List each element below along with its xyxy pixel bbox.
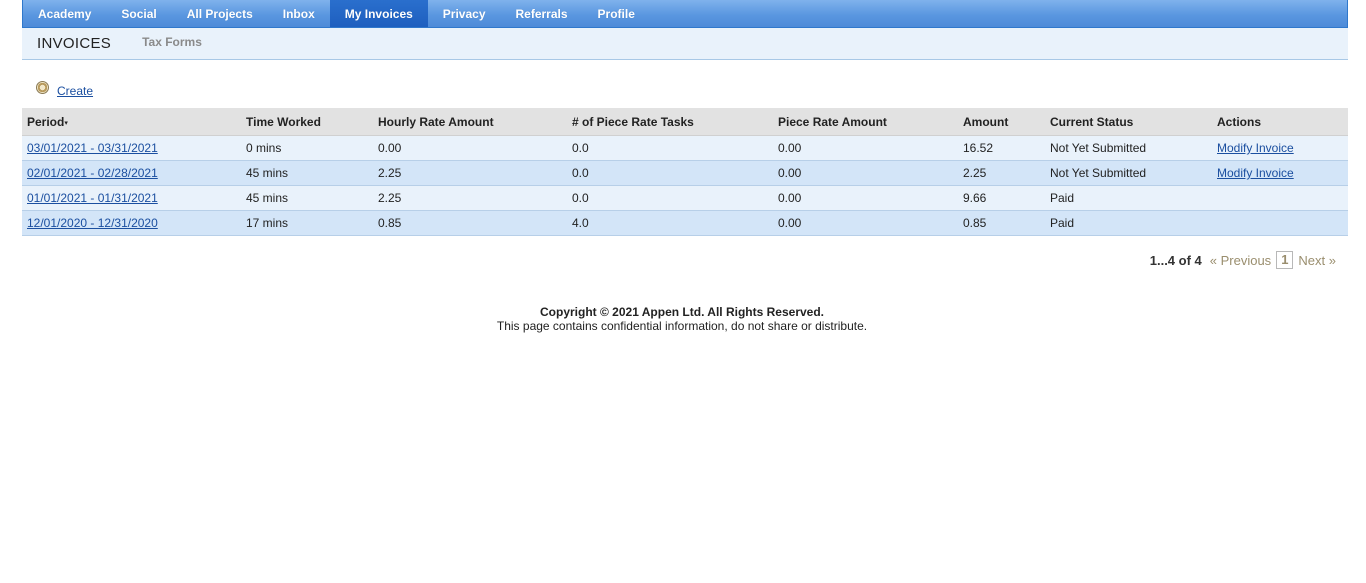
time-worked-cell: 45 mins <box>241 185 373 211</box>
actions-cell: Modify Invoice <box>1212 160 1348 186</box>
plus-circle-icon[interactable] <box>36 80 49 94</box>
time-worked-cell: 45 mins <box>241 160 373 186</box>
table-header-row: Period▾ Time Worked Hourly Rate Amount #… <box>22 108 1348 136</box>
nav-my-invoices[interactable]: My Invoices <box>329 0 428 27</box>
piece-tasks-cell: 0.0 <box>567 135 773 161</box>
hourly-rate-cell: 0.00 <box>373 135 567 161</box>
time-worked-cell: 17 mins <box>241 210 373 236</box>
piece-tasks-cell: 0.0 <box>567 160 773 186</box>
modify-invoice-link[interactable]: Modify Invoice <box>1217 141 1294 155</box>
table-row: 03/01/2021 - 03/31/2021 0 mins 0.00 0.0 … <box>22 135 1348 161</box>
amount-cell: 0.85 <box>958 210 1045 236</box>
copyright-text: Copyright © 2021 Appen Ltd. All Rights R… <box>540 305 824 319</box>
sub-header: INVOICES Tax Forms <box>22 28 1348 60</box>
page-number-1[interactable]: 1 <box>1276 251 1294 269</box>
nav-profile[interactable]: Profile <box>583 0 650 27</box>
create-link[interactable]: Create <box>57 84 93 98</box>
footer: Copyright © 2021 Appen Ltd. All Rights R… <box>22 305 1342 333</box>
page-title: INVOICES <box>37 35 112 52</box>
nav-social[interactable]: Social <box>106 0 171 27</box>
period-cell: 03/01/2021 - 03/31/2021 <box>22 135 241 161</box>
column-header-piece-rate-amount: Piece Rate Amount <box>773 108 958 136</box>
piece-amount-cell: 0.00 <box>773 210 958 236</box>
pagination-count: 1...4 of 4 <box>1149 252 1202 268</box>
hourly-rate-cell: 2.25 <box>373 160 567 186</box>
table-row: 12/01/2020 - 12/31/2020 17 mins 0.85 4.0… <box>22 210 1348 236</box>
actions-cell: Modify Invoice <box>1212 135 1348 161</box>
status-cell: Paid <box>1045 185 1212 211</box>
piece-amount-cell: 0.00 <box>773 135 958 161</box>
amount-cell: 16.52 <box>958 135 1045 161</box>
piece-amount-cell: 0.00 <box>773 160 958 186</box>
tab-tax-forms[interactable]: Tax Forms <box>142 35 202 49</box>
column-header-period-label: Period <box>27 114 65 129</box>
confidential-notice: This page contains confidential informat… <box>496 319 868 333</box>
column-header-current-status: Current Status <box>1045 108 1212 136</box>
actions-cell <box>1212 185 1348 211</box>
status-cell: Not Yet Submitted <box>1045 135 1212 161</box>
sort-caret-icon: ▾ <box>64 119 68 127</box>
piece-tasks-cell: 0.0 <box>567 185 773 211</box>
nav-academy[interactable]: Academy <box>23 0 106 27</box>
nav-inbox[interactable]: Inbox <box>268 0 330 27</box>
period-cell: 02/01/2021 - 02/28/2021 <box>22 160 241 186</box>
piece-tasks-cell: 4.0 <box>567 210 773 236</box>
column-header-period[interactable]: Period▾ <box>22 108 241 136</box>
create-row: Create <box>36 80 93 98</box>
modify-invoice-link[interactable]: Modify Invoice <box>1217 166 1294 180</box>
amount-cell: 2.25 <box>958 160 1045 186</box>
column-header-actions: Actions <box>1212 108 1348 136</box>
period-cell: 01/01/2021 - 01/31/2021 <box>22 185 241 211</box>
period-link[interactable]: 01/01/2021 - 01/31/2021 <box>27 191 158 205</box>
previous-page-link[interactable]: « Previous <box>1210 253 1271 268</box>
nav-all-projects[interactable]: All Projects <box>172 0 268 27</box>
actions-cell <box>1212 210 1348 236</box>
column-header-amount: Amount <box>958 108 1045 136</box>
nav-privacy[interactable]: Privacy <box>428 0 501 27</box>
time-worked-cell: 0 mins <box>241 135 373 161</box>
period-link[interactable]: 02/01/2021 - 02/28/2021 <box>27 166 158 180</box>
column-header-piece-rate-tasks: # of Piece Rate Tasks <box>567 108 773 136</box>
period-link[interactable]: 12/01/2020 - 12/31/2020 <box>27 216 158 230</box>
hourly-rate-cell: 2.25 <box>373 185 567 211</box>
hourly-rate-cell: 0.85 <box>373 210 567 236</box>
pagination: 1...4 of 4 « Previous 1 Next » <box>1150 251 1336 269</box>
next-page-link[interactable]: Next » <box>1298 253 1336 268</box>
column-header-hourly-rate-amount: Hourly Rate Amount <box>373 108 567 136</box>
status-cell: Paid <box>1045 210 1212 236</box>
table-row: 01/01/2021 - 01/31/2021 45 mins 2.25 0.0… <box>22 185 1348 211</box>
amount-cell: 9.66 <box>958 185 1045 211</box>
piece-amount-cell: 0.00 <box>773 185 958 211</box>
invoices-table: Period▾ Time Worked Hourly Rate Amount #… <box>22 108 1348 236</box>
top-nav: Academy Social All Projects Inbox My Inv… <box>22 0 1348 28</box>
column-header-time-worked: Time Worked <box>241 108 373 136</box>
period-link[interactable]: 03/01/2021 - 03/31/2021 <box>27 141 158 155</box>
period-cell: 12/01/2020 - 12/31/2020 <box>22 210 241 236</box>
status-cell: Not Yet Submitted <box>1045 160 1212 186</box>
nav-referrals[interactable]: Referrals <box>501 0 583 27</box>
table-row: 02/01/2021 - 02/28/2021 45 mins 2.25 0.0… <box>22 160 1348 186</box>
